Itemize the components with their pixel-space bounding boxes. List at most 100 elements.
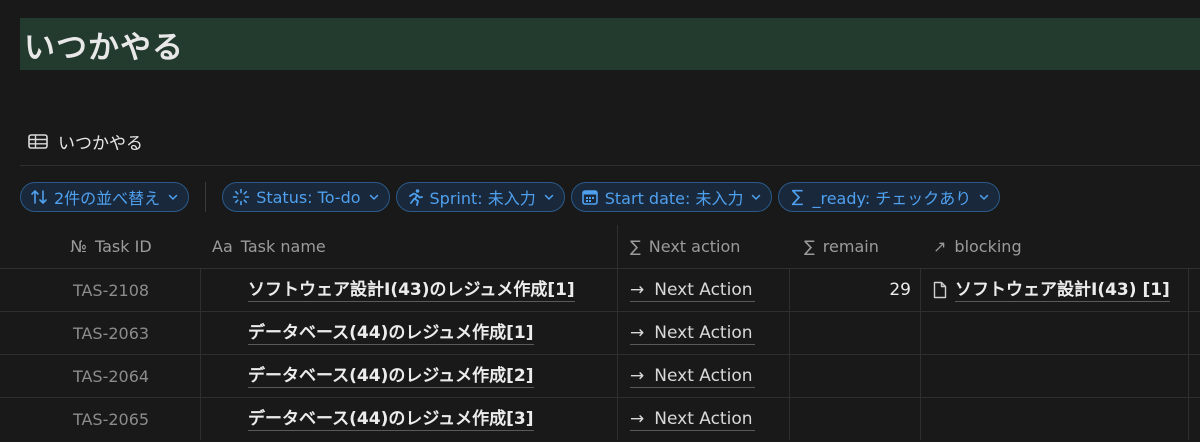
column-header-next-action[interactable]: ∑ Next action bbox=[618, 225, 790, 268]
sort-icon bbox=[31, 190, 47, 204]
next-action-link[interactable]: → Next Action bbox=[630, 408, 755, 431]
column-divider bbox=[1188, 312, 1189, 354]
column-divider bbox=[200, 355, 201, 397]
column-divider bbox=[920, 312, 921, 354]
sprint-filter-chip[interactable]: Sprint: 未入力 bbox=[395, 182, 565, 212]
start-date-filter-chip[interactable]: Start date: 未入力 bbox=[570, 182, 773, 212]
remain-cell[interactable] bbox=[790, 355, 921, 397]
next-action-link[interactable]: → Next Action bbox=[630, 322, 755, 345]
column-divider bbox=[200, 398, 201, 440]
text-type-icon: Aa bbox=[212, 237, 233, 256]
sigma-icon: ∑ bbox=[791, 187, 804, 207]
task-name-link[interactable]: データベース(44)のレジュメ作成[1] bbox=[248, 322, 534, 345]
view-tab-table[interactable]: いつかやる bbox=[28, 128, 143, 154]
column-divider bbox=[789, 398, 790, 440]
remain-cell[interactable] bbox=[790, 312, 921, 354]
page-title-banner: いつかやる bbox=[20, 18, 1200, 70]
sigma-icon: ∑ bbox=[630, 237, 641, 256]
column-divider bbox=[200, 312, 201, 354]
task-name-cell[interactable]: データベース(44)のレジュメ作成[2] bbox=[202, 355, 618, 397]
chevron-down-icon bbox=[544, 194, 553, 200]
arrow-right-icon: → bbox=[630, 365, 645, 386]
column-header-label: Task name bbox=[240, 237, 326, 256]
column-header-remain[interactable]: ∑ remain bbox=[790, 225, 921, 268]
table-row[interactable]: TAS-2064 データベース(44)のレジュメ作成[2] → Next Acti… bbox=[0, 354, 1200, 397]
number-icon: № bbox=[70, 237, 87, 256]
status-spinner-icon bbox=[232, 188, 250, 206]
column-divider bbox=[1188, 398, 1189, 440]
task-id-cell: TAS-2063 bbox=[72, 323, 150, 343]
next-action-label: Next Action bbox=[654, 279, 753, 300]
column-divider bbox=[1188, 355, 1189, 397]
table-row[interactable]: TAS-2065 データベース(44)のレジュメ作成[3] → Next Acti… bbox=[0, 397, 1200, 440]
sprint-filter-label: Sprint: 未入力 bbox=[429, 189, 536, 208]
arrow-right-icon: → bbox=[630, 279, 645, 300]
column-divider bbox=[617, 312, 618, 354]
next-action-link[interactable]: → Next Action bbox=[630, 279, 755, 302]
column-header-task-id[interactable]: № Task ID bbox=[20, 225, 202, 268]
blocking-cell[interactable] bbox=[921, 312, 1200, 354]
next-action-link[interactable]: → Next Action bbox=[630, 365, 755, 388]
divider bbox=[20, 165, 1200, 166]
filter-divider bbox=[205, 182, 207, 212]
next-action-label: Next Action bbox=[654, 322, 753, 343]
task-name-cell[interactable]: データベース(44)のレジュメ作成[3] bbox=[202, 398, 618, 440]
sigma-icon: ∑ bbox=[804, 237, 815, 256]
blocking-cell[interactable]: ソフトウェア設計I(43) [1] bbox=[921, 269, 1200, 311]
next-action-cell[interactable]: → Next Action bbox=[618, 269, 790, 311]
next-action-cell[interactable]: → Next Action bbox=[618, 355, 790, 397]
arrow-right-icon: → bbox=[630, 408, 645, 429]
page-title[interactable]: いつかやる bbox=[24, 22, 184, 67]
next-action-label: Next Action bbox=[654, 408, 753, 429]
column-header-label: remain bbox=[822, 237, 879, 256]
column-divider bbox=[617, 398, 618, 440]
task-name-link[interactable]: ソフトウェア設計I(43)のレジュメ作成[1] bbox=[248, 279, 575, 302]
blocking-link[interactable]: ソフトウェア設計I(43) [1] bbox=[933, 279, 1170, 302]
arrow-right-icon: → bbox=[630, 322, 645, 343]
column-header-blocking[interactable]: ↗ blocking bbox=[921, 225, 1200, 268]
status-filter-label: Status: To-do bbox=[256, 187, 361, 207]
chevron-down-icon bbox=[369, 194, 378, 200]
running-person-icon bbox=[408, 189, 423, 206]
blocking-cell[interactable] bbox=[921, 355, 1200, 397]
task-name-link[interactable]: データベース(44)のレジュメ作成[3] bbox=[248, 408, 534, 431]
column-header-label: Next action bbox=[648, 237, 741, 256]
column-divider bbox=[920, 355, 921, 397]
column-divider bbox=[920, 398, 921, 440]
table-icon bbox=[28, 133, 48, 149]
sort-chip[interactable]: 2件の並べ替え bbox=[20, 182, 190, 212]
next-action-cell[interactable]: → Next Action bbox=[618, 312, 790, 354]
view-tab-label: いつかやる bbox=[58, 133, 143, 154]
ready-filter-chip[interactable]: ∑ _ready: チェックあり bbox=[778, 182, 1001, 212]
task-name-cell[interactable]: データベース(44)のレジュメ作成[1] bbox=[202, 312, 618, 354]
remain-cell[interactable] bbox=[790, 398, 921, 440]
table-row[interactable]: TAS-2108 ソフトウェア設計I(43)のレジュメ作成[1] → Next A… bbox=[0, 268, 1200, 311]
task-id-cell: TAS-2108 bbox=[72, 280, 150, 300]
column-divider bbox=[1188, 269, 1189, 311]
column-header-task-name[interactable]: Aa Task name bbox=[202, 225, 618, 268]
status-filter-chip[interactable]: Status: To-do bbox=[222, 182, 390, 212]
table-row[interactable]: TAS-2063 データベース(44)のレジュメ作成[1] → Next Acti… bbox=[0, 311, 1200, 354]
column-divider bbox=[789, 269, 790, 311]
column-divider bbox=[617, 269, 618, 311]
column-divider bbox=[200, 269, 201, 311]
task-name-cell[interactable]: ソフトウェア設計I(43)のレジュメ作成[1] bbox=[202, 269, 618, 311]
blocking-label: ソフトウェア設計I(43) [1] bbox=[955, 279, 1170, 302]
blocking-cell[interactable] bbox=[921, 398, 1200, 440]
chevron-down-icon bbox=[168, 194, 178, 200]
ready-filter-label: _ready: チェックあり bbox=[812, 189, 972, 208]
start-date-filter-label: Start date: 未入力 bbox=[604, 189, 744, 208]
remain-value: 29 bbox=[889, 280, 911, 300]
next-action-cell[interactable]: → Next Action bbox=[618, 398, 790, 440]
chevron-down-icon bbox=[980, 194, 989, 200]
sort-chip-label: 2件の並べ替え bbox=[54, 189, 161, 208]
relation-arrow-icon: ↗ bbox=[933, 237, 947, 256]
calendar-icon bbox=[581, 190, 598, 205]
task-name-link[interactable]: データベース(44)のレジュメ作成[2] bbox=[248, 365, 534, 388]
remain-cell[interactable]: 29 bbox=[790, 269, 921, 311]
page-icon bbox=[933, 281, 947, 299]
column-divider bbox=[920, 269, 921, 311]
column-header-label: blocking bbox=[954, 237, 1022, 256]
column-header-label: Task ID bbox=[94, 237, 152, 256]
column-divider bbox=[789, 355, 790, 397]
